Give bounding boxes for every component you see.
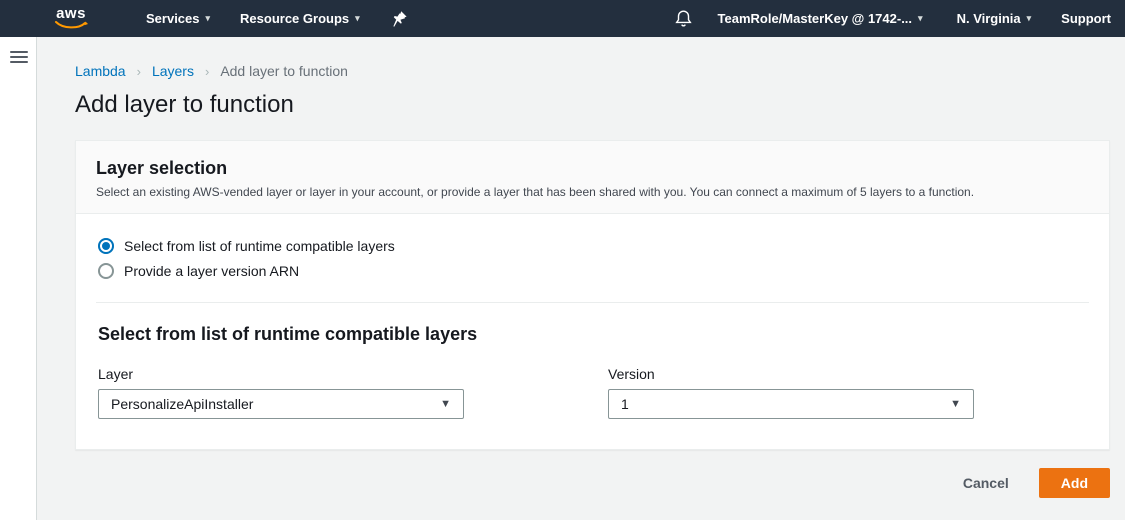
layer-field: Layer PersonalizeApiInstaller ▼ — [98, 366, 464, 419]
radio-unselected-icon[interactable] — [98, 263, 114, 279]
add-button[interactable]: Add — [1039, 468, 1110, 498]
notifications-bell-icon[interactable] — [675, 9, 692, 28]
aws-logo[interactable]: aws — [54, 7, 88, 30]
layer-selection-card: Layer selection Select an existing AWS-v… — [75, 140, 1110, 450]
aws-logo-text: aws — [56, 7, 86, 21]
nav-account-label: TeamRole/MasterKey @ 1742-... — [718, 11, 913, 26]
chevron-down-icon: ▼ — [440, 399, 451, 410]
breadcrumb-layers-link[interactable]: Layers — [152, 63, 194, 79]
card-description: Select an existing AWS-vended layer or l… — [96, 185, 1089, 199]
form-fields: Layer PersonalizeApiInstaller ▼ Version … — [98, 366, 1089, 419]
top-navigation-bar: aws Services ▾ Resource Groups ▾ — [0, 0, 1125, 37]
breadcrumb-separator: › — [205, 64, 209, 79]
layer-field-label: Layer — [98, 366, 464, 382]
hamburger-menu-icon[interactable] — [10, 51, 28, 63]
nav-region-label: N. Virginia — [957, 11, 1021, 26]
nav-resource-groups-label: Resource Groups — [240, 11, 349, 26]
breadcrumb-current-page: Add layer to function — [220, 63, 348, 79]
content-area: Lambda › Layers › Add layer to function … — [37, 37, 1125, 520]
layer-select-value: PersonalizeApiInstaller — [111, 396, 253, 412]
layer-source-radio-group: Select from list of runtime compatible l… — [76, 214, 1109, 302]
nav-region-menu[interactable]: N. Virginia ▾ — [957, 11, 1032, 26]
aws-smile-icon — [54, 21, 88, 30]
chevron-down-icon: ▾ — [918, 14, 923, 23]
radio-runtime-compatible-layers[interactable]: Select from list of runtime compatible l… — [98, 238, 1089, 254]
radio-selected-icon[interactable] — [98, 238, 114, 254]
version-field: Version 1 ▼ — [608, 366, 974, 419]
breadcrumb-separator: › — [137, 64, 141, 79]
chevron-down-icon: ▾ — [1027, 14, 1032, 23]
pin-icon[interactable] — [392, 10, 408, 28]
nav-account-menu[interactable]: TeamRole/MasterKey @ 1742-... ▾ — [718, 11, 923, 26]
nav-services-label: Services — [146, 11, 200, 26]
footer-actions: Cancel Add — [75, 468, 1110, 498]
breadcrumb-lambda-link[interactable]: Lambda — [75, 63, 126, 79]
radio-label: Select from list of runtime compatible l… — [124, 238, 395, 254]
radio-label: Provide a layer version ARN — [124, 263, 299, 279]
card-title: Layer selection — [96, 158, 1089, 179]
nav-support-link[interactable]: Support — [1061, 11, 1111, 26]
version-field-label: Version — [608, 366, 974, 382]
version-select-value: 1 — [621, 396, 629, 412]
nav-resource-groups-menu[interactable]: Resource Groups ▾ — [240, 11, 360, 26]
chevron-down-icon: ▾ — [206, 14, 211, 23]
breadcrumb: Lambda › Layers › Add layer to function — [75, 63, 1110, 79]
version-select[interactable]: 1 ▼ — [608, 389, 974, 419]
chevron-down-icon: ▼ — [950, 399, 961, 410]
section-title: Select from list of runtime compatible l… — [98, 324, 1089, 345]
nav-services-menu[interactable]: Services ▾ — [146, 11, 210, 26]
main-area: Lambda › Layers › Add layer to function … — [0, 37, 1125, 520]
card-header: Layer selection Select an existing AWS-v… — [76, 141, 1109, 214]
radio-layer-version-arn[interactable]: Provide a layer version ARN — [98, 263, 1089, 279]
cancel-button[interactable]: Cancel — [963, 475, 1009, 491]
chevron-down-icon: ▾ — [355, 14, 360, 23]
layer-select[interactable]: PersonalizeApiInstaller ▼ — [98, 389, 464, 419]
page-title: Add layer to function — [75, 91, 1110, 119]
left-sidebar — [0, 37, 37, 520]
runtime-compatible-layers-section: Select from list of runtime compatible l… — [76, 303, 1109, 449]
